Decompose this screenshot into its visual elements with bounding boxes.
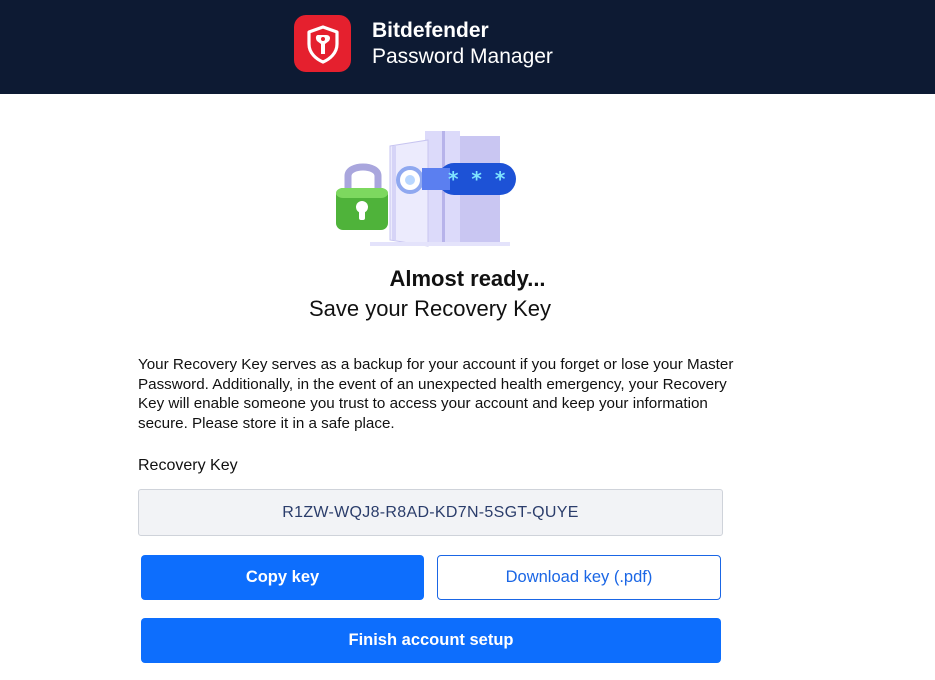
copy-key-button[interactable]: Copy key xyxy=(141,555,424,600)
bitdefender-logo-icon xyxy=(294,15,351,72)
download-key-button[interactable]: Download key (.pdf) xyxy=(437,555,721,600)
vault-padlock-illustration: * * * xyxy=(330,128,520,250)
product-name: Password Manager xyxy=(372,45,553,68)
app-header: Bitdefender Password Manager xyxy=(0,0,935,94)
finish-setup-button[interactable]: Finish account setup xyxy=(141,618,721,663)
page-subtitle: Save your Recovery Key xyxy=(308,296,552,321)
recovery-key-label: Recovery Key xyxy=(138,457,238,474)
svg-text:* * *: * * * xyxy=(448,167,508,191)
recovery-key-field[interactable]: R1ZW-WQJ8-R8AD-KD7N-5SGT-QUYE xyxy=(138,489,723,536)
recovery-key-description: Your Recovery Key serves as a backup for… xyxy=(138,356,734,432)
brand-name: Bitdefender xyxy=(372,19,489,42)
page-title: Almost ready... xyxy=(389,266,546,291)
